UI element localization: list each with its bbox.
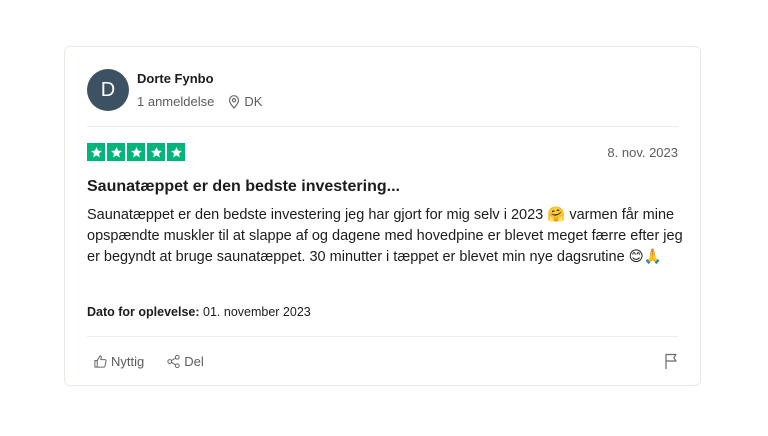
reviewer-header: D Dorte Fynbo 1 anmeldelse DK (87, 69, 262, 111)
report-flag-button[interactable] (664, 353, 678, 375)
experience-date-row: Dato for oplevelse: 01. november 2023 (87, 305, 311, 319)
thumbs-up-icon (93, 354, 111, 369)
star-rating (87, 143, 185, 161)
review-card: D Dorte Fynbo 1 anmeldelse DK 8. nov. 20… (64, 46, 701, 386)
avatar-initial: D (100, 78, 116, 101)
location-pin-icon (228, 94, 240, 109)
star-icon (147, 143, 165, 161)
reviewer-meta: 1 anmeldelse DK (137, 94, 262, 109)
useful-label: Nyttig (111, 354, 145, 369)
star-icon (107, 143, 125, 161)
reviewer-info: Dorte Fynbo 1 anmeldelse DK (137, 71, 262, 109)
useful-button[interactable]: Nyttig (93, 354, 144, 369)
share-button[interactable]: Del (166, 354, 204, 369)
flag-icon (664, 353, 678, 370)
review-body: Saunatæppet er den bedste investering je… (87, 207, 683, 265)
share-icon (166, 354, 184, 369)
divider-top (87, 126, 678, 127)
share-label: Del (184, 354, 204, 369)
review-actions: Nyttig Del (93, 354, 204, 369)
reviewer-country: DK (244, 94, 263, 109)
divider-bottom (87, 336, 678, 337)
review-date: 8. nov. 2023 (607, 145, 678, 160)
star-icon (127, 143, 145, 161)
experience-date-value: 01. november 2023 (203, 305, 311, 319)
star-icon (87, 143, 105, 161)
star-icon (167, 143, 185, 161)
review-title[interactable]: Saunatæppet er den bedste investering... (87, 178, 400, 196)
experience-date-label: Dato for oplevelse: (87, 305, 200, 319)
review-count: 1 anmeldelse (137, 94, 215, 109)
reviewer-name[interactable]: Dorte Fynbo (137, 71, 262, 86)
avatar[interactable]: D (87, 69, 129, 111)
